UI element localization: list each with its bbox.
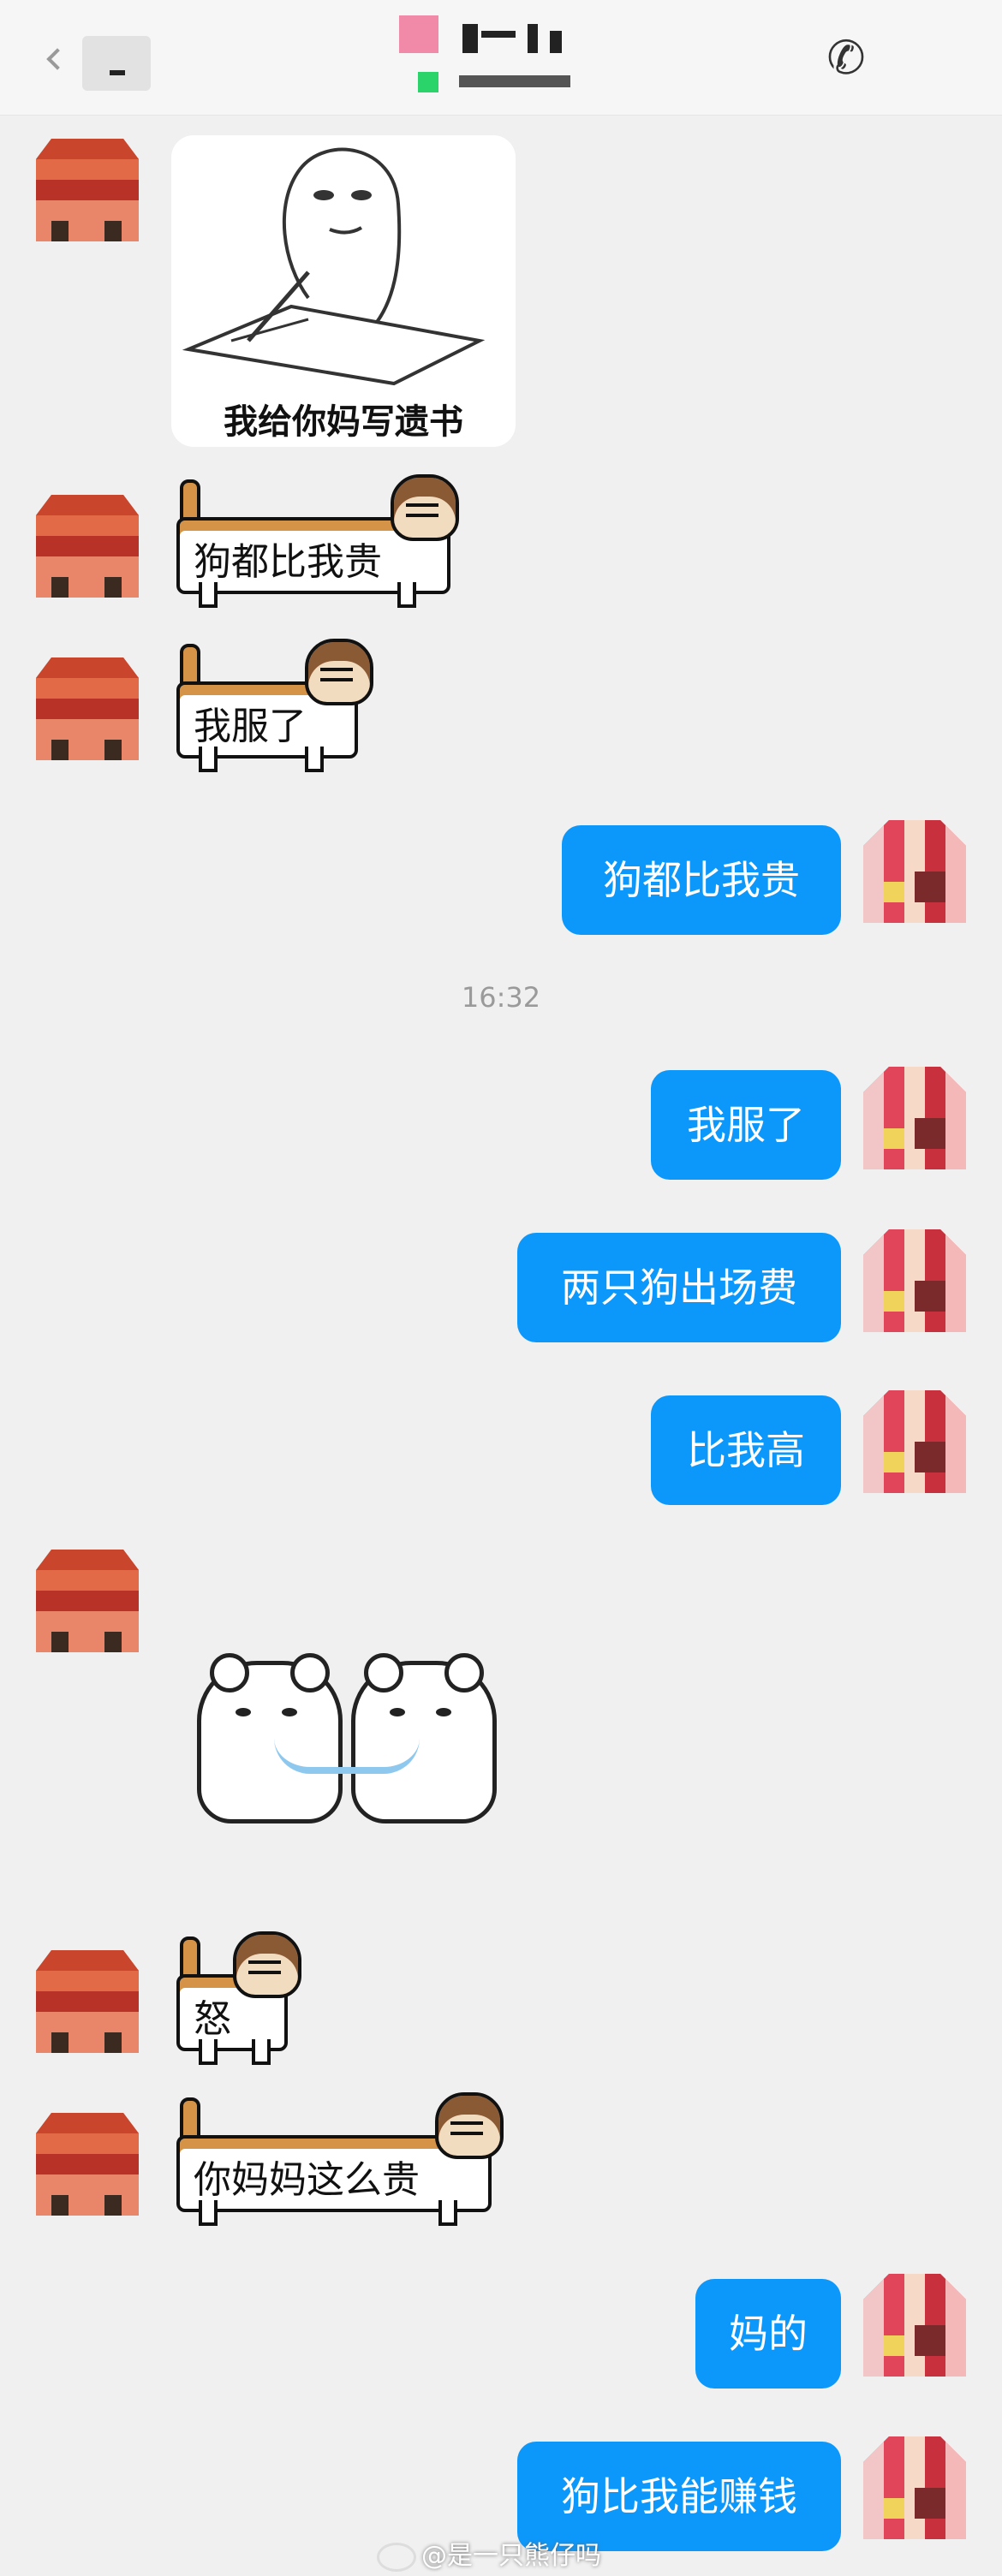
message-bubble[interactable]: 妈的: [695, 2279, 841, 2389]
dog-banner-sticker[interactable]: 我服了: [176, 639, 373, 772]
meme-caption: 我给你妈写遗书: [224, 402, 463, 442]
message-timestamp: 16:32: [461, 981, 541, 1014]
contact-avatar[interactable]: [36, 1550, 139, 1652]
my-avatar[interactable]: [863, 2274, 966, 2377]
dog-face-icon: [233, 1931, 301, 1998]
my-avatar[interactable]: [863, 1067, 966, 1169]
message-bubble[interactable]: 狗都比我贵: [562, 825, 841, 935]
bears-sticker[interactable]: [188, 1644, 497, 1832]
chat-header: ✆: [0, 0, 1002, 116]
my-avatar[interactable]: [863, 1390, 966, 1493]
message-text: 我服了: [194, 705, 307, 748]
back-button[interactable]: [46, 36, 170, 91]
contact-avatar[interactable]: [36, 657, 139, 760]
message-bubble[interactable]: 我服了: [651, 1070, 841, 1180]
my-avatar[interactable]: [863, 820, 966, 923]
message-text: 狗都比我贵: [194, 540, 382, 584]
contact-avatar[interactable]: [36, 1950, 139, 2053]
watermark: @是一只熊仔吗: [377, 2534, 601, 2572]
contact-avatar[interactable]: [36, 495, 139, 598]
message-bubble[interactable]: 两只狗出场费: [517, 1233, 841, 1342]
straw-icon: [274, 1738, 420, 1774]
chevron-left-icon: [46, 48, 69, 70]
blurred-contact-name: [399, 15, 622, 101]
dog-face-icon: [305, 639, 373, 705]
contact-avatar[interactable]: [36, 139, 139, 241]
dog-banner-sticker[interactable]: 怒: [176, 1931, 301, 2065]
message-text: 怒: [194, 1997, 231, 2041]
dog-banner-sticker[interactable]: 狗都比我贵: [176, 474, 459, 608]
dog-face-icon: [391, 474, 459, 541]
contact-avatar[interactable]: [36, 2113, 139, 2216]
message-bubble[interactable]: 比我高: [651, 1395, 841, 1505]
my-avatar[interactable]: [863, 2436, 966, 2539]
dog-face-icon: [435, 2092, 504, 2159]
my-avatar[interactable]: [863, 1229, 966, 1332]
weibo-icon: [377, 2542, 416, 2572]
dog-banner-sticker[interactable]: 你妈妈这么贵: [176, 2092, 504, 2226]
meme-sticker[interactable]: 我给你妈写遗书: [171, 135, 516, 447]
meme-drawing: [182, 147, 486, 386]
message-text: 你妈妈这么贵: [194, 2158, 420, 2202]
blurred-unread-count: [82, 36, 151, 91]
watermark-text: @是一只熊仔吗: [421, 2541, 601, 2571]
phone-icon[interactable]: ✆: [819, 31, 874, 86]
